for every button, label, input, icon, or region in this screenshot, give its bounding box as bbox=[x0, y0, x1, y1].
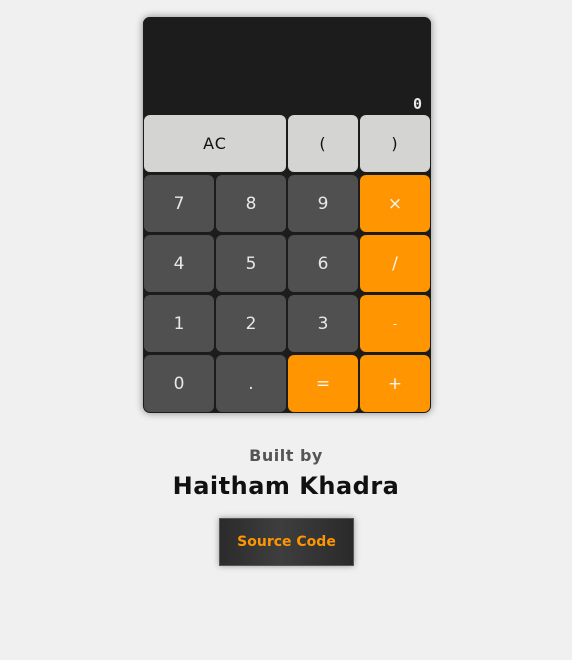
built-by-label: Built by bbox=[249, 446, 323, 465]
digit-9-button[interactable]: 9 bbox=[288, 175, 358, 232]
divide-button[interactable]: / bbox=[360, 235, 430, 292]
display-value: 0 bbox=[412, 95, 423, 113]
digit-5-button[interactable]: 5 bbox=[216, 235, 286, 292]
equals-button[interactable]: = bbox=[288, 355, 358, 412]
digit-8-button[interactable]: 8 bbox=[216, 175, 286, 232]
digit-3-button[interactable]: 3 bbox=[288, 295, 358, 352]
clear-button[interactable]: AC bbox=[144, 115, 286, 172]
decimal-button[interactable]: . bbox=[216, 355, 286, 412]
digit-0-button[interactable]: 0 bbox=[144, 355, 214, 412]
digit-1-button[interactable]: 1 bbox=[144, 295, 214, 352]
author-name: Haitham Khadra bbox=[172, 472, 400, 500]
digit-2-button[interactable]: 2 bbox=[216, 295, 286, 352]
digit-4-button[interactable]: 4 bbox=[144, 235, 214, 292]
source-code-button[interactable]: Source Code bbox=[219, 518, 354, 566]
subtract-button[interactable]: - bbox=[360, 295, 430, 352]
digit-7-button[interactable]: 7 bbox=[144, 175, 214, 232]
add-button[interactable]: + bbox=[360, 355, 430, 412]
multiply-button[interactable]: × bbox=[360, 175, 430, 232]
close-paren-button[interactable]: ) bbox=[360, 115, 430, 172]
calculator-display: 0 bbox=[143, 17, 431, 131]
open-paren-button[interactable]: ( bbox=[288, 115, 358, 172]
digit-6-button[interactable]: 6 bbox=[288, 235, 358, 292]
calculator: 0 AC ( ) 7 8 9 × 4 5 6 / 1 2 3 - 0 . = + bbox=[143, 17, 431, 413]
